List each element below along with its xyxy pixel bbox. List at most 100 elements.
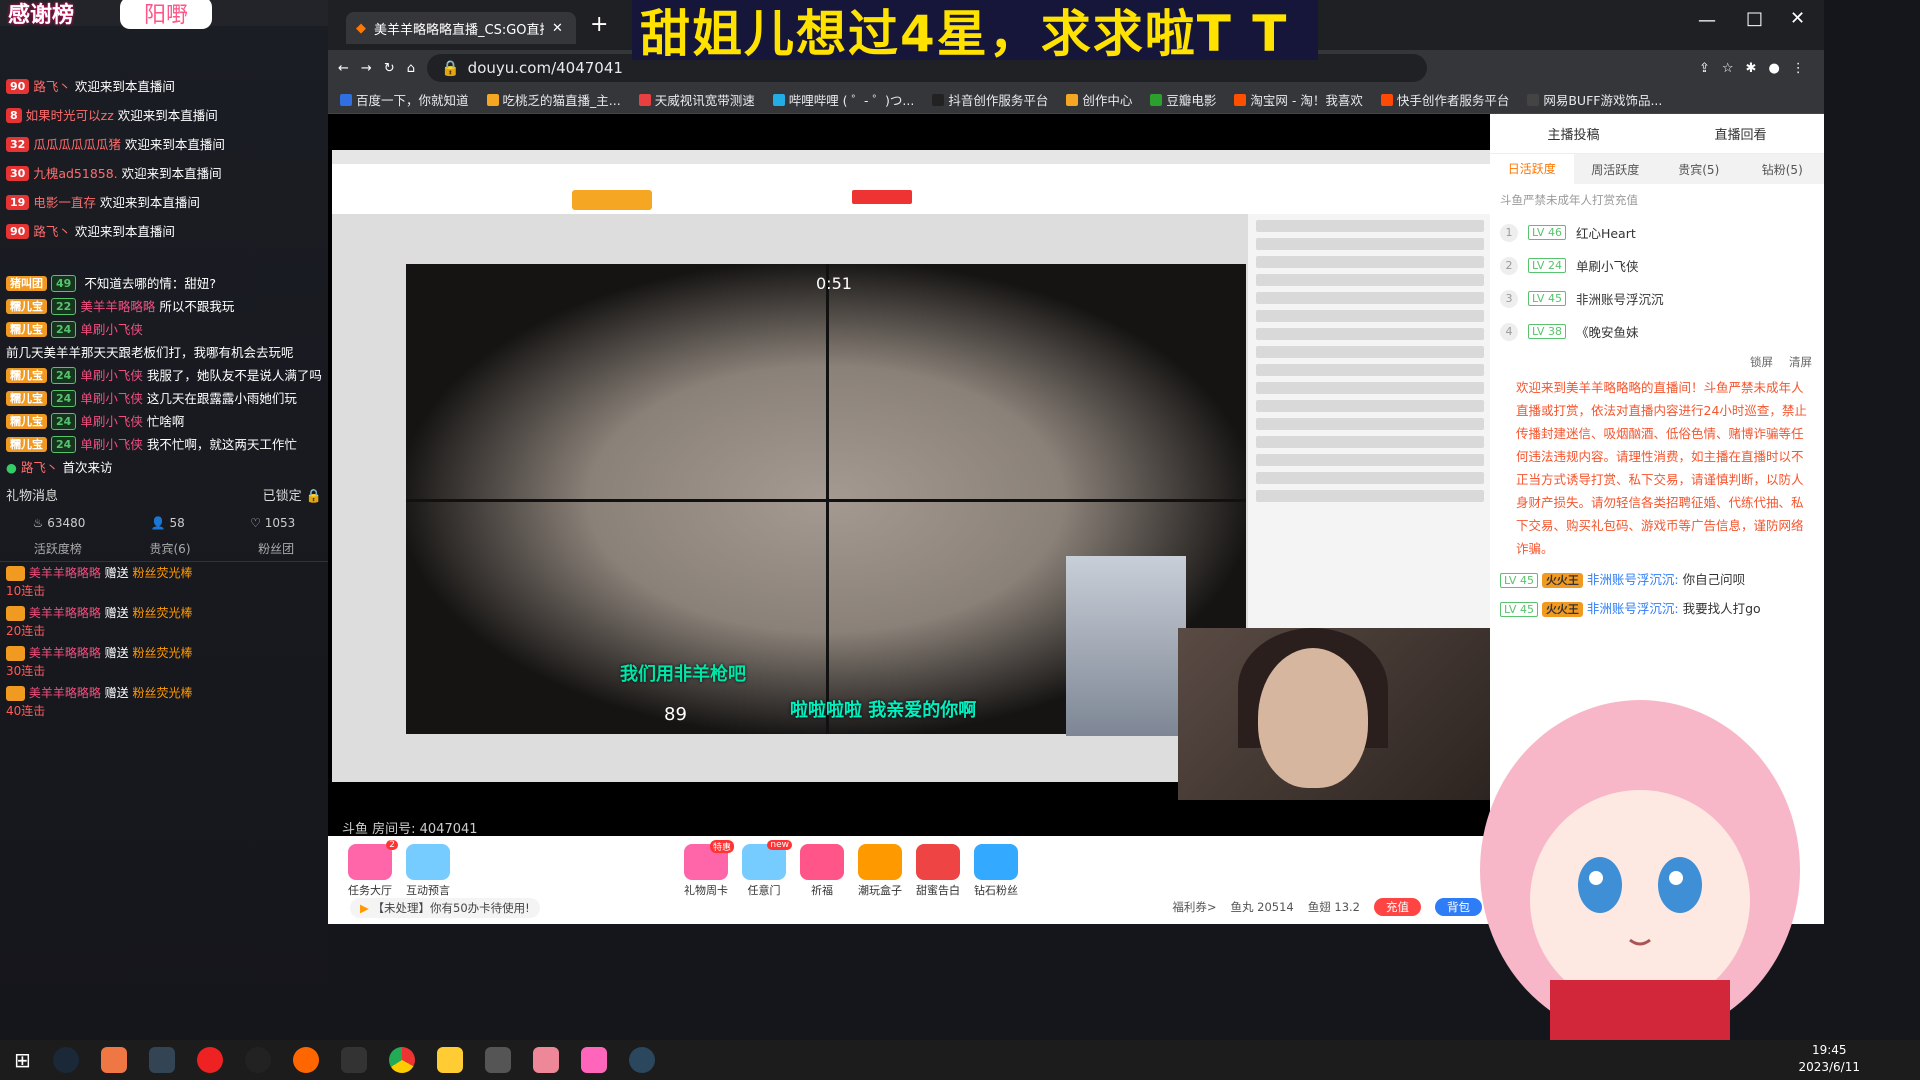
app-icon[interactable] <box>292 1047 319 1073</box>
chat-user[interactable]: 九槐ad51858. <box>33 164 117 183</box>
chat-user[interactable]: 非洲账号浮沉沉: <box>1587 572 1679 587</box>
danmu-user[interactable]: 单刷小飞侠 <box>80 412 143 431</box>
new-tab-button[interactable]: + <box>590 12 608 37</box>
chat-user[interactable]: 电影一直存 <box>33 193 96 212</box>
steam-icon[interactable] <box>52 1047 79 1073</box>
lock-screen-button[interactable]: 锁屏 <box>1750 354 1773 370</box>
back-icon[interactable]: ← <box>338 61 349 76</box>
bookmark-item[interactable]: 抖音创作服务平台 <box>932 90 1048 109</box>
extensions-icon[interactable]: ✱ <box>1746 61 1757 76</box>
bookmark-item[interactable]: 吃桃乏的猫直播_主... <box>486 90 621 109</box>
chat-user[interactable]: 路飞丶 <box>33 77 71 96</box>
bookmark-item[interactable]: 网易BUFF游戏饰品... <box>1527 90 1662 109</box>
profile-icon[interactable]: ● <box>1768 61 1779 76</box>
tab-fans[interactable]: 粉丝团 <box>258 540 294 557</box>
chat-user[interactable]: 瓜瓜瓜瓜瓜瓜猪 <box>33 135 121 154</box>
room-stats: ♨ 63480 👤 58 ♡ 1053 <box>0 510 328 536</box>
bookmark-item[interactable]: 百度一下，你就知道 <box>340 90 469 109</box>
gift-tabs: 活跃度榜 贵宾(6) 粉丝团 <box>0 536 328 562</box>
menu-icon[interactable]: ⋮ <box>1792 61 1805 76</box>
netease-music-icon[interactable] <box>196 1047 223 1073</box>
gift-item[interactable]: 潮玩盒子 <box>852 844 908 898</box>
gift-item[interactable]: 互动预言 <box>400 844 456 898</box>
steam-icon[interactable] <box>628 1047 655 1073</box>
level-badge: 22 <box>51 298 77 315</box>
heart-icon: ♡ <box>250 516 261 530</box>
gift-label: 互动预言 <box>406 884 450 897</box>
chrome-icon[interactable] <box>388 1047 415 1073</box>
bookmark-item[interactable]: 快手创作者服务平台 <box>1380 90 1509 109</box>
gift-item[interactable]: 2 任务大厅 <box>342 840 398 898</box>
app-icon[interactable] <box>580 1047 607 1073</box>
danmu-user[interactable]: 单刷小飞侠 <box>80 320 143 339</box>
close-tab-icon[interactable]: ✕ <box>552 21 563 36</box>
reload-icon[interactable]: ↻ <box>384 61 395 76</box>
rank-row[interactable]: 4 LV 38 《晚安鱼妹 <box>1490 315 1824 348</box>
chat-text: 我要找人打go <box>1682 601 1761 616</box>
star-icon[interactable]: ☆ <box>1722 61 1734 76</box>
app-icon[interactable] <box>532 1047 559 1073</box>
overlay-banner: 甜姐儿想过4星，求求啦T T <box>632 0 1318 63</box>
close-window-button[interactable]: ✕ <box>1790 8 1805 29</box>
gift-item[interactable]: new 任意门 <box>736 840 792 898</box>
danmu-user[interactable]: 单刷小飞侠 <box>80 366 143 385</box>
chat-row: 90 路飞丶 欢迎来到本直播间 <box>0 217 328 246</box>
tab-vip[interactable]: 贵宾(6) <box>150 540 191 557</box>
gift-user[interactable]: 美羊羊略略略 <box>29 646 101 660</box>
app-icon[interactable] <box>436 1047 463 1073</box>
forward-icon[interactable]: → <box>361 61 372 76</box>
app-icon[interactable] <box>244 1047 271 1073</box>
gift-item[interactable]: 特惠 礼物周卡 <box>678 840 734 898</box>
browser-tab[interactable]: ◆ 美羊羊略略略直播_CS:GO直播_ ✕ <box>346 12 576 44</box>
rank-row[interactable]: 2 LV 24 单刷小飞侠 <box>1490 249 1824 282</box>
share-icon[interactable]: ⇪ <box>1699 61 1710 76</box>
gift-combo: 10连击 <box>6 584 46 598</box>
tab-diamond[interactable]: 钻粉(5) <box>1741 161 1825 178</box>
chat-user[interactable]: 路飞丶 <box>33 222 71 241</box>
maximize-button[interactable]: □ <box>1746 8 1763 29</box>
rank-row[interactable]: 3 LV 45 非洲账号浮沉沉 <box>1490 282 1824 315</box>
nested-chat <box>1248 214 1492 634</box>
home-icon[interactable]: ⌂ <box>407 61 415 76</box>
bookmark-item[interactable]: 创作中心 <box>1066 90 1132 109</box>
rank-row[interactable]: 1 LV 46 红心Heart <box>1490 216 1824 249</box>
gift-item[interactable]: 甜蜜告白 <box>910 844 966 898</box>
chat-row: 90 路飞丶 欢迎来到本直播间 <box>0 72 328 101</box>
bookmark-item[interactable]: 豆瓣电影 <box>1150 90 1216 109</box>
minimize-button[interactable]: — <box>1698 10 1716 31</box>
chat-user[interactable]: 如果时光可以zz <box>26 106 114 125</box>
bookmark-item[interactable]: 天威视讯宽带测速 <box>638 90 755 109</box>
bookmark-item[interactable]: 哔哩哔哩 ( ゜- ゜)つ... <box>772 90 914 109</box>
gift-user[interactable]: 美羊羊略略略 <box>29 606 101 620</box>
app-icon[interactable] <box>100 1047 127 1073</box>
tab-activity[interactable]: 活跃度榜 <box>34 540 82 557</box>
danmu-user[interactable]: 美羊羊略略略 <box>80 297 155 316</box>
gift-user[interactable]: 美羊羊略略略 <box>29 566 101 580</box>
app-icon[interactable] <box>148 1047 175 1073</box>
locked-label[interactable]: 已锁定 🔒 <box>263 485 322 504</box>
ammo-count: 89 <box>664 704 687 725</box>
clear-screen-button[interactable]: 清屏 <box>1789 354 1812 370</box>
tab-vip[interactable]: 贵宾(5) <box>1657 161 1741 178</box>
recharge-button[interactable]: 充值 <box>1374 898 1421 916</box>
uploads-link[interactable]: 主播投稿 <box>1547 124 1599 143</box>
thanks-title: 感谢榜 <box>8 3 75 28</box>
tab-daily[interactable]: 日活跃度 <box>1490 154 1574 184</box>
chat-user[interactable]: 非洲账号浮沉沉: <box>1587 601 1679 616</box>
bookmark-item[interactable]: 淘宝网 - 淘！我喜欢 <box>1234 90 1363 109</box>
danmu-user[interactable]: 单刷小飞侠 <box>80 389 143 408</box>
gift-item[interactable]: 钻石粉丝 <box>968 844 1024 898</box>
clock[interactable]: 19:45 2023/6/11 <box>1798 1042 1860 1076</box>
app-icon[interactable] <box>484 1047 511 1073</box>
replay-link[interactable]: 直播回看 <box>1714 124 1766 143</box>
gift-item[interactable]: 祈福 <box>794 844 850 898</box>
tab-weekly[interactable]: 周活跃度 <box>1574 161 1658 178</box>
gift-user[interactable]: 美羊羊略略略 <box>29 686 101 700</box>
chat-message-row: LV 45 火火王 非洲账号浮沉沉: 你自己问呗 <box>1490 566 1824 595</box>
fan-badge <box>6 686 25 701</box>
welfare-link[interactable]: 福利券> <box>1172 899 1216 915</box>
obs-icon[interactable] <box>340 1047 367 1073</box>
start-icon[interactable]: ⊞ <box>14 1048 31 1072</box>
gift-row: 美羊羊略略略 赠送 粉丝荧光棒 20连击 <box>0 602 328 642</box>
danmu-user[interactable]: 单刷小飞侠 <box>80 435 143 454</box>
